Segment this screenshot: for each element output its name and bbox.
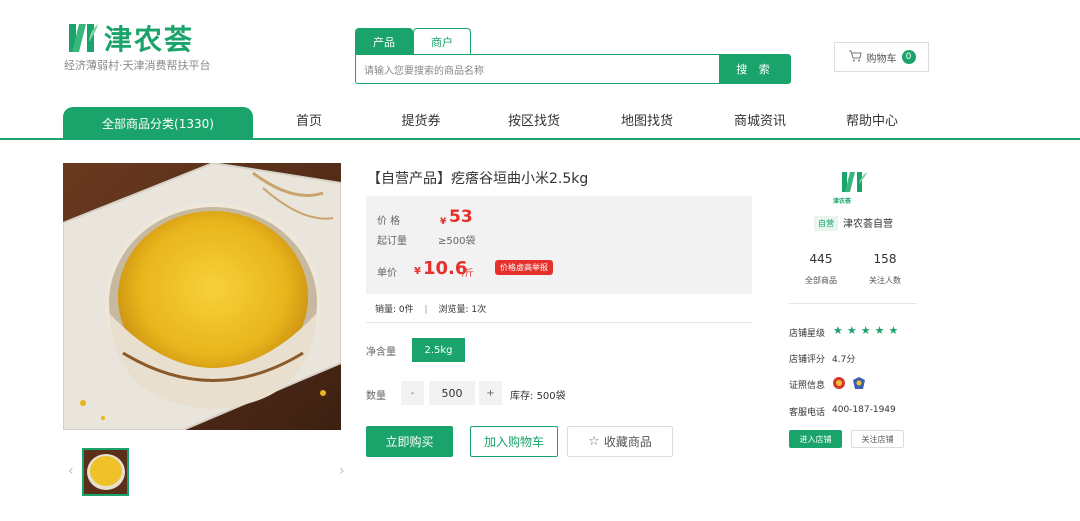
stat-separator: | [424,305,428,315]
nav-item-news[interactable]: 商城资讯 [710,110,810,129]
moq-label: 起订量 [377,236,407,247]
quantity-increase-button[interactable]: + [479,381,502,405]
price-report-badge[interactable]: 价格虚高举报 [495,260,553,275]
shop-divider [789,303,917,304]
police-badge-icon[interactable] [852,375,866,394]
nav-item-help[interactable]: 帮助中心 [822,110,922,129]
brand-name[interactable]: 津农荟 [104,18,194,58]
nav-item-home[interactable]: 首页 [259,110,359,129]
brand-logo-icon[interactable] [65,22,99,54]
star-outline-icon: ☆ [588,434,600,449]
cart-button[interactable]: 购物车 0 [834,42,929,72]
thumb-prev-icon[interactable]: ‹ [68,463,74,479]
price-currency: ¥ [440,217,447,227]
product-main-image [63,163,341,430]
stock-value: 500袋 [536,391,566,402]
shop-followers-label: 关注人数 [869,276,901,285]
shop-followers-count: 158 [873,252,897,266]
quantity-decrease-button[interactable]: - [401,381,424,405]
stock-info: 库存: 500袋 [510,387,566,402]
stock-label: 库存: [510,391,534,402]
search-tab-products[interactable]: 产品 [355,28,413,54]
nav-item-by-map[interactable]: 地图找货 [597,110,697,129]
shop-products-count: 445 [809,252,833,266]
shop-phone-value: 400-187-1949 [832,405,896,415]
favorite-button[interactable]: ☆ 收藏商品 [567,426,673,457]
views-value: 1次 [471,305,487,315]
cart-icon [848,50,862,65]
shop-products-label: 全部商品 [805,276,837,285]
nav-item-by-district[interactable]: 按区找货 [484,110,584,129]
shop-rating-stars: ★★★★★ [833,324,903,337]
price-value: 53 [449,207,473,227]
unit-price-currency: ¥ [414,266,421,277]
views-label: 浏览量: [438,305,469,315]
weight-option-button[interactable]: 2.5kg [412,338,465,362]
price-label: 价 格 [377,216,401,227]
unit-price-suffix: /斤 [462,269,475,279]
moq-value: ≥500袋 [438,236,476,247]
sales-value: 0件 [398,305,414,315]
quantity-label: 数量 [366,391,386,402]
shop-phone-label: 客服电话 [789,408,826,418]
product-thumbnail[interactable] [82,448,129,496]
enter-shop-button[interactable]: 进入店铺 [789,430,842,448]
brand-slogan: 经济薄弱村·天津消费帮扶平台 [64,59,211,72]
search-input[interactable]: 请输入您要搜索的商品名称 [355,54,720,84]
weight-label: 净含量 [366,347,396,358]
business-license-icon[interactable] [832,375,846,394]
quantity-input[interactable]: 500 [429,381,475,405]
search-button[interactable]: 搜 索 [719,54,791,84]
cart-label: 购物车 [866,53,897,65]
unit-price-label: 单价 [377,268,397,279]
search-tab-merchants[interactable]: 商户 [413,28,471,54]
shop-logo-text: 津农荟 [833,198,852,205]
buy-now-button[interactable]: 立即购买 [366,426,453,457]
unit-price-value: 10.6 [423,258,468,279]
follow-shop-button[interactable]: 关注店铺 [851,430,904,448]
sales-stat: 销量: 0件 | 浏览量: 1次 [375,302,486,315]
shop-score-value: 4.7分 [832,355,856,365]
shop-self-run-badge: 自营 [814,216,838,231]
favorite-label: 收藏商品 [603,435,652,449]
shop-cert-label: 证照信息 [789,381,826,391]
shop-score-label: 店铺评分 [789,355,826,365]
all-categories-button[interactable]: 全部商品分类(1330) [63,107,253,140]
add-to-cart-button[interactable]: 加入购物车 [470,426,558,457]
shop-name[interactable]: 津农荟自营 [843,215,893,230]
cart-count-badge: 0 [901,50,916,64]
thumb-next-icon[interactable]: › [339,463,345,479]
price-panel [366,196,752,294]
product-title: 【自营产品】疙瘩谷垣曲小米2.5kg [367,171,589,187]
shop-level-label: 店铺星级 [789,329,826,339]
sales-label: 销量: [375,305,397,315]
info-divider [366,322,752,323]
search-placeholder: 请输入您要搜索的商品名称 [364,65,484,77]
nav-item-vouchers[interactable]: 提货券 [371,110,471,129]
